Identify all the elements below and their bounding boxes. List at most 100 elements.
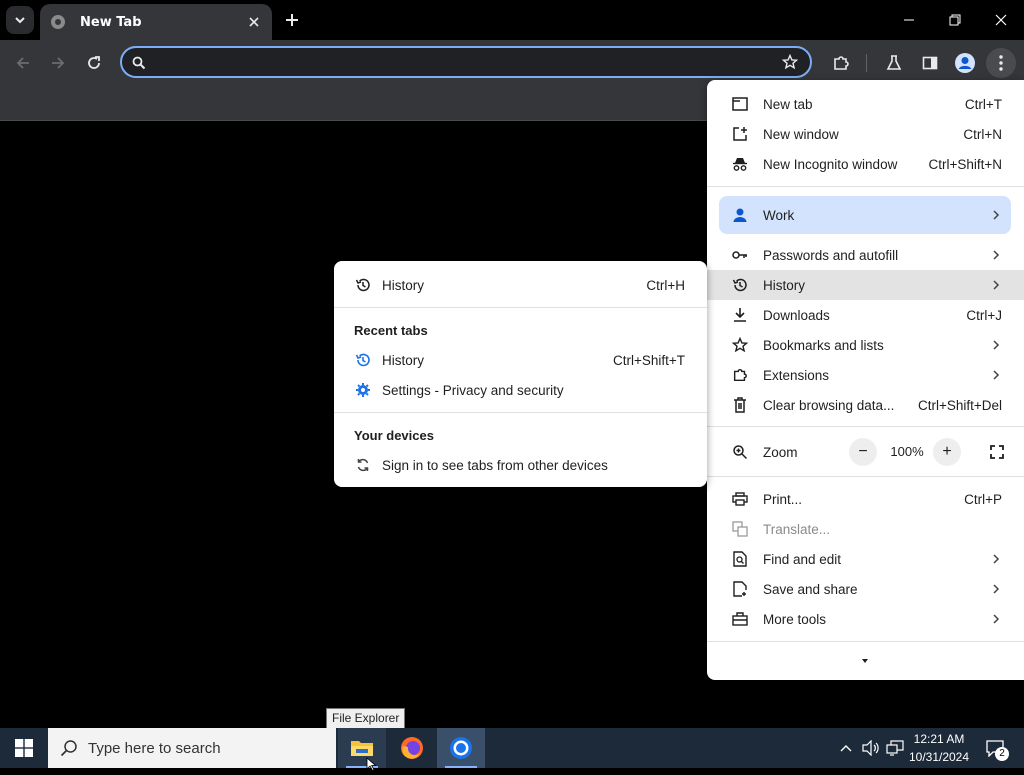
menu-item-passwords-autofill[interactable]: Passwords and autofill bbox=[707, 240, 1024, 270]
firefox-icon bbox=[401, 737, 423, 759]
menu-item-translate[interactable]: Translate... bbox=[707, 514, 1024, 544]
labs-button[interactable] bbox=[879, 48, 909, 78]
menu-item-more-tools[interactable]: More tools bbox=[707, 604, 1024, 634]
forward-button[interactable] bbox=[43, 48, 73, 78]
chrome-icon bbox=[450, 737, 472, 759]
submenu-item-history[interactable]: History Ctrl+H bbox=[334, 270, 707, 300]
submenu-item-recent-history[interactable]: History Ctrl+Shift+T bbox=[334, 345, 707, 375]
menu-item-clear-browsing-data[interactable]: Clear browsing data... Ctrl+Shift+Del bbox=[707, 390, 1024, 420]
profile-button[interactable] bbox=[950, 48, 980, 78]
menu-divider bbox=[707, 186, 1024, 187]
tab-search-button[interactable] bbox=[6, 6, 34, 34]
menu-label: More tools bbox=[763, 611, 827, 627]
submenu-label: Sign in to see tabs from other devices bbox=[382, 457, 608, 473]
reload-button[interactable] bbox=[79, 48, 109, 78]
clock-time: 12:21 AM bbox=[913, 732, 965, 746]
menu-shortcut: Ctrl+T bbox=[964, 96, 1002, 112]
menu-label: Find and edit bbox=[763, 551, 842, 567]
chrome-menu: New tab Ctrl+T New window Ctrl+N New Inc… bbox=[707, 80, 1024, 680]
menu-item-downloads[interactable]: Downloads Ctrl+J bbox=[707, 300, 1024, 330]
key-icon bbox=[731, 246, 749, 264]
menu-item-print[interactable]: Print... Ctrl+P bbox=[707, 484, 1024, 514]
menu-item-new-incognito-window[interactable]: New Incognito window Ctrl+Shift+N bbox=[707, 149, 1024, 179]
translate-icon bbox=[731, 520, 749, 538]
menu-shortcut: Ctrl+Shift+Del bbox=[917, 397, 1002, 413]
menu-label: Bookmarks and lists bbox=[763, 337, 884, 353]
network-icon bbox=[886, 740, 904, 756]
restore-button[interactable] bbox=[932, 0, 978, 40]
menu-item-find-edit[interactable]: Find and edit bbox=[707, 544, 1024, 574]
submenu-divider bbox=[334, 307, 707, 308]
minimize-button[interactable] bbox=[886, 0, 932, 40]
zoom-level: 100% bbox=[890, 444, 924, 459]
trash-icon bbox=[731, 396, 749, 414]
menu-label: Work bbox=[763, 207, 795, 223]
taskbar-search[interactable]: Type here to search bbox=[48, 728, 336, 768]
mouse-cursor-icon bbox=[366, 756, 378, 775]
taskbar-firefox[interactable] bbox=[388, 728, 436, 768]
expand-menu-button[interactable] bbox=[859, 652, 871, 670]
avatar-icon bbox=[955, 53, 975, 73]
submenu-label: History bbox=[382, 277, 425, 293]
arrow-right-icon bbox=[52, 57, 65, 69]
menu-shortcut: Ctrl+P bbox=[964, 491, 1002, 507]
menu-item-new-window[interactable]: New window Ctrl+N bbox=[707, 119, 1024, 149]
menu-item-extensions[interactable]: Extensions bbox=[707, 360, 1024, 390]
clock-date: 10/31/2024 bbox=[908, 750, 970, 764]
caret-down-icon bbox=[862, 659, 868, 663]
menu-item-profile-work[interactable]: Work bbox=[707, 200, 1024, 230]
kebab-menu-icon bbox=[999, 55, 1003, 71]
menu-label: Save and share bbox=[763, 581, 858, 597]
plus-icon bbox=[286, 14, 298, 26]
submenu-shortcut: Ctrl+Shift+T bbox=[612, 352, 685, 368]
menu-label: Passwords and autofill bbox=[763, 247, 899, 263]
close-window-button[interactable] bbox=[978, 0, 1024, 40]
menu-item-bookmarks-lists[interactable]: Bookmarks and lists bbox=[707, 330, 1024, 360]
volume-button[interactable] bbox=[860, 728, 882, 768]
zoom-in-button[interactable]: + bbox=[933, 438, 961, 466]
close-tab-icon[interactable] bbox=[244, 12, 264, 32]
windows-logo-icon bbox=[15, 739, 33, 757]
back-button[interactable] bbox=[8, 48, 38, 78]
new-window-icon bbox=[731, 125, 749, 143]
menu-divider bbox=[707, 476, 1024, 477]
show-hidden-icons-button[interactable] bbox=[836, 728, 856, 768]
flask-icon bbox=[886, 55, 902, 70]
your-devices-heading: Your devices bbox=[354, 428, 434, 443]
fullscreen-button[interactable] bbox=[983, 438, 1011, 466]
address-bar[interactable] bbox=[120, 46, 812, 78]
menu-item-new-tab[interactable]: New tab Ctrl+T bbox=[707, 89, 1024, 119]
find-icon bbox=[731, 550, 749, 568]
side-panel-button[interactable] bbox=[915, 48, 945, 78]
menu-label: New window bbox=[763, 126, 839, 142]
menu-button[interactable] bbox=[986, 48, 1016, 78]
bookmark-star-icon[interactable] bbox=[781, 53, 799, 74]
taskbar-chrome[interactable] bbox=[437, 728, 485, 768]
submenu-item-sign-in-devices[interactable]: Sign in to see tabs from other devices bbox=[334, 450, 707, 480]
new-tab-icon bbox=[731, 95, 749, 113]
submenu-shortcut: Ctrl+H bbox=[646, 277, 685, 293]
menu-item-save-share[interactable]: Save and share bbox=[707, 574, 1024, 604]
chevron-right-icon bbox=[992, 338, 1000, 353]
zoom-out-button[interactable]: − bbox=[849, 438, 877, 466]
extensions-button[interactable] bbox=[826, 48, 856, 78]
menu-label: Clear browsing data... bbox=[763, 397, 895, 413]
network-button[interactable] bbox=[884, 728, 906, 768]
address-input[interactable] bbox=[154, 52, 758, 74]
chevron-right-icon bbox=[992, 368, 1000, 383]
history-icon bbox=[354, 276, 372, 294]
menu-divider bbox=[707, 641, 1024, 642]
new-tab-button[interactable] bbox=[280, 8, 304, 32]
start-button[interactable] bbox=[0, 728, 48, 768]
notifications-button[interactable]: 2 bbox=[980, 728, 1010, 768]
clock[interactable]: 12:21 AM 10/31/2024 bbox=[904, 730, 974, 766]
tab-new-tab[interactable]: New Tab bbox=[40, 4, 272, 40]
notification-badge: 2 bbox=[995, 747, 1009, 761]
taskbar-file-explorer[interactable] bbox=[338, 728, 386, 768]
search-icon bbox=[60, 739, 78, 757]
menu-item-history[interactable]: History bbox=[707, 270, 1024, 300]
zoom-icon bbox=[731, 443, 749, 461]
folder-icon bbox=[351, 741, 373, 756]
close-icon bbox=[995, 14, 1007, 26]
submenu-item-settings-privacy[interactable]: Settings - Privacy and security bbox=[334, 375, 707, 405]
